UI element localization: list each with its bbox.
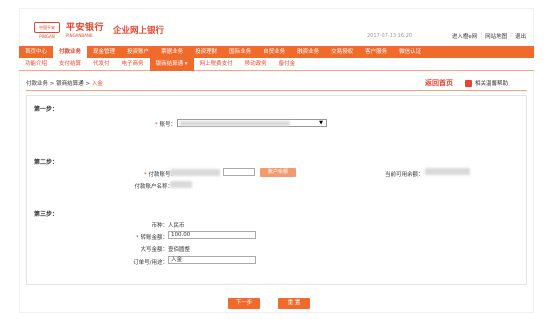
purpose-input[interactable]: 入金 bbox=[168, 256, 256, 264]
orange-e-link[interactable]: 进入橙e网 bbox=[452, 32, 477, 40]
step-2-title: 第二步： bbox=[34, 159, 59, 166]
help-label: 相关温馨帮助 bbox=[475, 81, 509, 87]
currency-value: 人民币 bbox=[168, 223, 185, 229]
main-nav-item[interactable]: 票据业务 bbox=[155, 46, 189, 58]
currency-label: 币种： bbox=[151, 223, 168, 229]
gift-icon bbox=[465, 79, 472, 87]
payer-name-label: 付款账户名称： bbox=[134, 184, 173, 190]
main-nav-item[interactable]: 投资账户 bbox=[121, 46, 155, 58]
query-balance-button[interactable]: 账户余额 bbox=[260, 168, 296, 177]
main-nav-item[interactable]: 客户服务 bbox=[359, 46, 393, 58]
step-1-title: 第一步： bbox=[34, 106, 59, 113]
reset-button[interactable]: 重 置 bbox=[278, 298, 310, 309]
link-divider: | bbox=[510, 32, 512, 38]
masked-account bbox=[180, 121, 290, 126]
masked-pay-account bbox=[170, 169, 220, 176]
header: 中国平安 PINGAN 平安银行 PINGANBANK 企业网上银行 2017-… bbox=[19, 14, 534, 44]
main-nav-item[interactable]: 自贸业务 bbox=[257, 46, 291, 58]
amount-label: * 转账金额： bbox=[135, 235, 168, 241]
account-label: * 账号： bbox=[154, 122, 176, 128]
divider bbox=[26, 90, 527, 91]
sub-nav-item[interactable]: 支付结算 bbox=[53, 58, 87, 71]
breadcrumb-path: 付款业务 > 银商结算通 > bbox=[26, 81, 92, 87]
brand-name: 平安银行 bbox=[66, 23, 105, 33]
main-nav-item[interactable]: 微信认证 bbox=[393, 46, 427, 58]
sub-nav-item[interactable]: 代发付 bbox=[87, 58, 116, 71]
sub-nav-item[interactable]: 功能介绍 bbox=[19, 58, 53, 71]
sub-nav-item[interactable]: 备付金 bbox=[273, 58, 302, 71]
pay-account-label: * 付款账号： bbox=[143, 172, 176, 178]
main-nav-item[interactable]: 首页中心 bbox=[19, 46, 53, 58]
amount-upper-label: 大写金额： bbox=[140, 247, 168, 253]
account-select[interactable]: ▼ bbox=[177, 119, 327, 127]
sub-nav-item[interactable]: 网上税费支付 bbox=[194, 58, 239, 71]
amount-input[interactable]: 100.00 bbox=[168, 231, 256, 239]
breadcrumb-current: 入金 bbox=[91, 81, 103, 87]
app-title: 企业网上银行 bbox=[113, 26, 165, 36]
back-home-link[interactable]: 返回首页 bbox=[425, 78, 453, 88]
brand-name-en: PINGANBANK bbox=[66, 33, 93, 38]
caret-down-icon: ▼ bbox=[319, 120, 323, 126]
page: 中国平安 PINGAN 平安银行 PINGANBANK 企业网上银行 2017-… bbox=[0, 0, 553, 319]
breadcrumb: 付款业务 > 银商结算通 > 入金 bbox=[26, 79, 103, 87]
main-nav-item[interactable]: 融资业务 bbox=[291, 46, 325, 58]
help-link[interactable]: 相关温馨帮助 bbox=[465, 79, 508, 87]
main-nav-item[interactable]: 现金管理 bbox=[87, 46, 121, 58]
main-nav-item[interactable]: 付款业务 bbox=[53, 46, 88, 58]
current-datetime: 2017-07-13 16:20 bbox=[367, 33, 413, 39]
sub-nav-item[interactable]: 移动政务 bbox=[239, 58, 273, 71]
main-nav-item[interactable]: 投资理财 bbox=[189, 46, 223, 58]
masked-payer-name bbox=[170, 181, 192, 188]
pingan-logo: 中国平安 PINGAN bbox=[34, 22, 60, 39]
main-nav-item[interactable]: 交易授权 bbox=[325, 46, 359, 58]
purpose-label: 订单号/用途： bbox=[133, 260, 168, 266]
sub-nav-item[interactable]: 电子商务 bbox=[116, 58, 150, 71]
sub-nav: 功能介绍 支付结算 代发付 电子商务 银商结算通 ▾ 网上税费支付 移动政务 备付金 bbox=[19, 57, 534, 71]
link-divider: | bbox=[480, 32, 483, 38]
header-links: 进入橙e网 | 网站地图 | 退出 bbox=[452, 32, 526, 40]
main-nav-item[interactable]: 国际业务 bbox=[223, 46, 257, 58]
available-balance-label: 当前可用余额： bbox=[385, 172, 424, 178]
masked-balance bbox=[425, 168, 470, 175]
step-3-title: 第三步： bbox=[34, 211, 59, 218]
amount-upper-value: 壹佰圆整 bbox=[168, 247, 191, 253]
sitemap-link[interactable]: 网站地图 bbox=[485, 32, 507, 40]
next-button[interactable]: 下一步 bbox=[228, 298, 260, 309]
main-nav: 首页中心 付款业务 现金管理 投资账户 票据业务 投资理财 国际业务 自贸业务 融资业务 交易授权… bbox=[19, 46, 534, 58]
sub-nav-item[interactable]: 银商结算通 ▾ bbox=[149, 57, 194, 71]
logout-link[interactable]: 退出 bbox=[515, 32, 526, 40]
pay-account-input[interactable] bbox=[223, 168, 255, 176]
